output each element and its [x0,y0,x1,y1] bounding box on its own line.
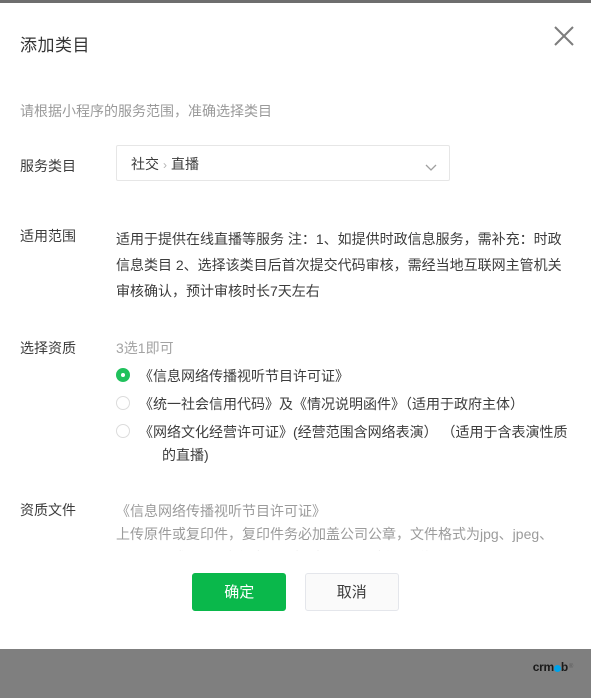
add-category-dialog: 添加类目 请根据小程序的服务范围，准确选择类目 服务类目 社交 › 直播 适用范… [0,3,591,649]
chevron-down-icon [425,159,437,177]
file-upload-description: 上传原件或复印件，复印件务必加盖公司公章，文件格式为jpg、jpeg、bmp、g… [116,526,554,551]
close-icon[interactable] [549,21,579,51]
qualification-option-1[interactable]: 《信息网络传播视听节目许可证》 [116,365,572,388]
scope-description: 适用于提供在线直播等服务 注：1、如提供时政信息服务，需补充：时政信息类目 2、… [116,231,562,299]
confirm-button[interactable]: 确定 [192,573,287,611]
crmeb-watermark: crm b ® [532,660,574,674]
dialog-footer: 确定 取消 [0,573,591,611]
qualification-option-2[interactable]: 《统一社会信用代码》及《情况说明函件》（适用于政府主体） [116,393,572,416]
category-select-value: 社交 › 直播 [131,154,199,175]
watermark-dot-icon [553,664,561,672]
file-license-title: 《信息网络传播视听节目许可证》 [116,503,326,519]
category-select[interactable]: 社交 › 直播 [116,145,450,181]
label-category: 服务类目 [20,158,76,174]
page-title: 添加类目 [20,36,90,55]
label-file: 资质文件 [20,502,76,518]
category-parent: 社交 [131,156,159,172]
form-row-scope: 适用范围 适用于提供在线直播等服务 注：1、如提供时政信息服务，需补充：时政信息… [0,226,591,304]
dialog-header: 添加类目 [0,3,591,65]
label-scope: 适用范围 [20,228,76,244]
radio-icon-selected[interactable] [116,368,130,382]
qualification-option-3-label: 《网络文化经营许可证》(经营范围含网络表演） （适用于含表演性质的直播) [139,424,568,463]
watermark-prefix: crm [532,660,554,674]
form-scroll-area[interactable]: 服务类目 社交 › 直播 适用范围 适用于提供在线直播等服务 注：1、如提供时政信 [0,145,591,551]
watermark-registered: ® [568,664,573,670]
dialog-subtitle: 请根据小程序的服务范围，准确选择类目 [20,103,272,119]
qualification-hint: 3选1即可 [116,340,174,356]
qualification-option-2-label: 《统一社会信用代码》及《情况说明函件》（适用于政府主体） [139,396,524,412]
watermark-suffix: b [560,660,568,674]
qualification-option-3[interactable]: 《网络文化经营许可证》(经营范围含网络表演） （适用于含表演性质的直播) [116,421,572,467]
form-row-file: 资质文件 《信息网络传播视听节目许可证》 上传原件或复印件，复印件务必加盖公司公… [0,500,591,551]
label-qualification: 选择资质 [20,340,76,356]
cancel-button[interactable]: 取消 [304,573,399,611]
radio-icon-unselected[interactable] [116,424,130,438]
form-row-qualification: 选择资质 3选1即可 《信息网络传播视听节目许可证》 《统一社会信用代码》及《情… [0,338,591,472]
qualification-option-1-label: 《信息网络传播视听节目许可证》 [139,368,349,384]
category-separator: › [163,158,167,172]
radio-icon-unselected[interactable] [116,396,130,410]
form-row-category: 服务类目 社交 › 直播 [0,145,591,181]
category-child: 直播 [171,156,199,172]
